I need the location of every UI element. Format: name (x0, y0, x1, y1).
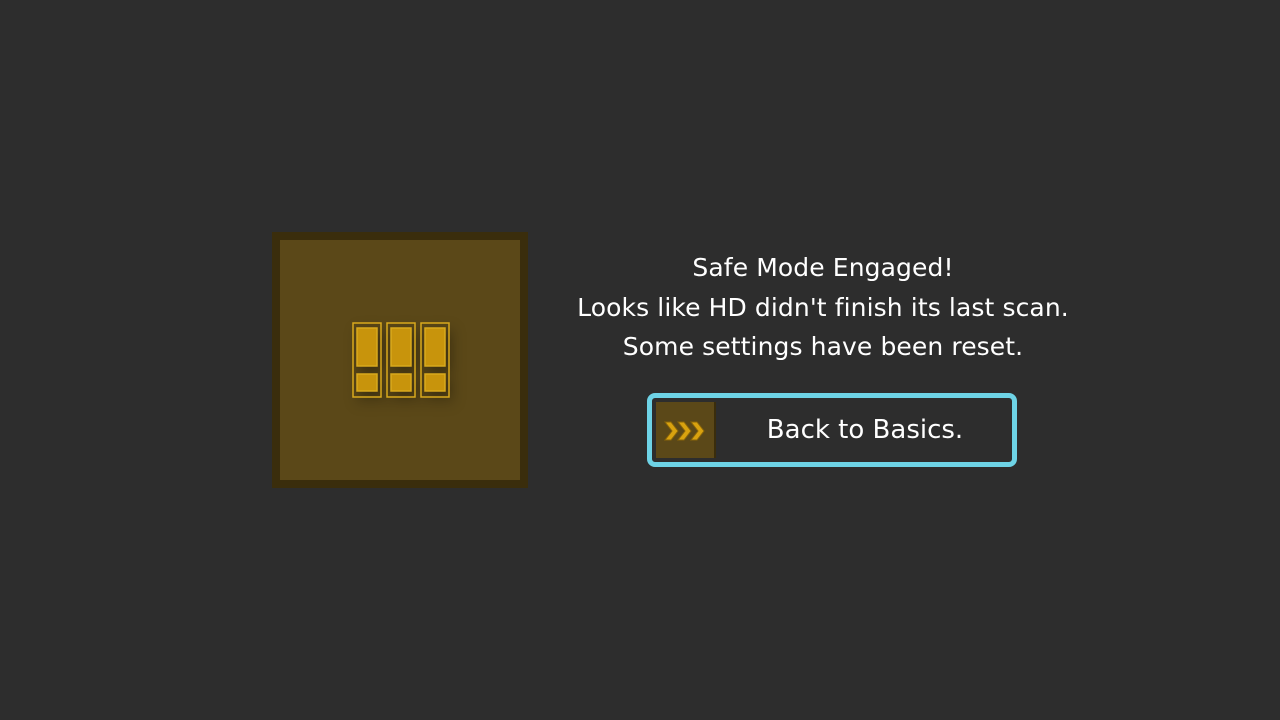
triple-exclamation-warning-icon (352, 322, 462, 406)
message-title: Safe Mode Engaged! (692, 253, 954, 282)
back-to-basics-button[interactable]: Back to Basics. (647, 393, 1017, 467)
warning-tile (272, 232, 528, 488)
safe-mode-message: Safe Mode Engaged! Looks like HD didn't … (560, 248, 1086, 367)
triple-chevron-right-icon (656, 402, 716, 458)
back-to-basics-label: Back to Basics. (766, 415, 964, 445)
message-line-1: Looks like HD didn't finish its last sca… (577, 292, 1069, 322)
message-line-2: Some settings have been reset. (622, 332, 1024, 361)
safe-mode-screen: Safe Mode Engaged! Looks like HD didn't … (0, 0, 1280, 720)
